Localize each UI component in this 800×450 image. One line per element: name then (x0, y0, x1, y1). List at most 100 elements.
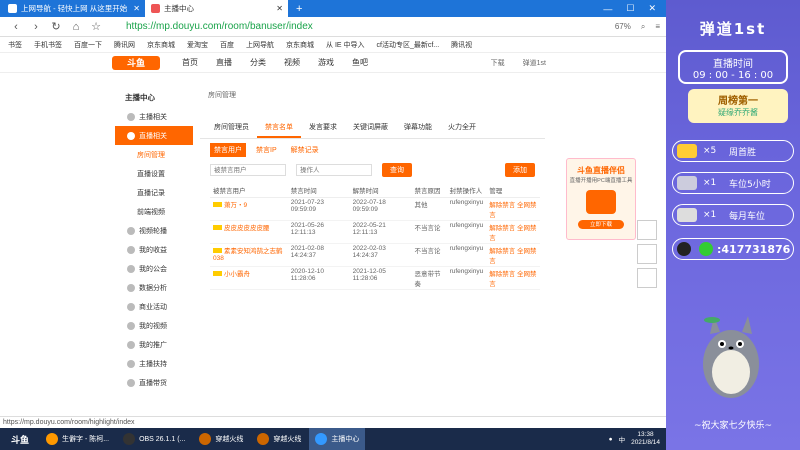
sidebar: 主播中心 主播相关 直播相关 房间管理 直播设置 直播记录 前端视频 视频轮播 … (115, 88, 193, 392)
clock-time: 13:38 (637, 431, 654, 438)
taskbar-app[interactable]: 主播中心 (309, 428, 366, 450)
douyu-logo[interactable]: 斗鱼 (112, 55, 160, 70)
sidebar-item-anchor[interactable]: 主播相关 (115, 107, 193, 126)
reward-row: ×5 周首胜 (672, 140, 794, 162)
ban-reason: 恶意带节奏 (411, 266, 447, 290)
favorite-icon[interactable]: ☆ (86, 20, 106, 33)
close-window-icon[interactable]: ✕ (648, 3, 656, 14)
sidebar-sub-records[interactable]: 直播记录 (115, 183, 193, 202)
sidebar-item[interactable]: 主播扶持 (115, 354, 193, 373)
reward-row: ×1 车位5小时 (672, 172, 794, 194)
nav-item[interactable]: 视频 (284, 57, 300, 68)
bookmark-item[interactable]: 爱淘宝 (187, 40, 208, 50)
bookmark-item[interactable]: 上网导航 (246, 40, 274, 50)
clock-date: 2021/8/14 (631, 439, 660, 446)
manage-actions[interactable]: 解除禁言 全网禁言 (486, 266, 540, 290)
banned-user[interactable]: 萧万・9 (210, 197, 288, 221)
sidebar-item[interactable]: 视频轮播 (115, 221, 193, 240)
manage-actions[interactable]: 解除禁言 全网禁言 (486, 243, 540, 267)
mic-icon[interactable]: ● (609, 436, 613, 443)
sidebar-item[interactable]: 我的视频 (115, 316, 193, 335)
bookmark-item[interactable]: 京东商城 (286, 40, 314, 50)
nav-item[interactable]: 游戏 (318, 57, 334, 68)
sidebar-item[interactable]: 直播带货 (115, 373, 193, 392)
header-right: 下载 弹道1st (491, 58, 546, 68)
start-logo[interactable]: 斗鱼 (0, 433, 40, 446)
clock[interactable]: 13:38 2021/8/14 (631, 431, 660, 447)
nav-item[interactable]: 鱼吧 (352, 57, 368, 68)
nav-item[interactable]: 分类 (250, 57, 266, 68)
close-icon[interactable]: ✕ (276, 4, 283, 13)
tab-speech[interactable]: 发言要求 (301, 118, 345, 138)
add-button[interactable]: 添加 (505, 163, 535, 177)
maximize-icon[interactable]: ☐ (626, 3, 634, 14)
operator-input[interactable] (296, 164, 372, 176)
taskbar-app[interactable]: 穿越火线 (251, 428, 307, 450)
taskbar-app[interactable]: 穿越火线 (193, 428, 249, 450)
manage-actions[interactable]: 解除禁言 全网禁言 (486, 197, 540, 221)
tab-keywords[interactable]: 关键词屏蔽 (345, 118, 396, 138)
subtab-ban-user[interactable]: 禁言用户 (210, 143, 246, 157)
tab-nav[interactable]: 上网导航 - 轻快上网 从这里开始 ✕ (2, 0, 145, 17)
column-header: 封禁操作人 (446, 183, 487, 198)
home-icon[interactable]: ⌂ (66, 21, 86, 33)
back-icon[interactable]: ‹ (6, 21, 26, 33)
download-link[interactable]: 下载 (491, 58, 505, 68)
bookmark-item[interactable]: 腾讯视 (451, 40, 472, 50)
user-name: 萧万・9 (224, 202, 248, 209)
bookmark-item[interactable]: 手机书签 (34, 40, 62, 50)
taskbar-app[interactable]: OBS 26.1.1 (... (117, 428, 191, 450)
qq-icon (677, 242, 691, 256)
tab-admins[interactable]: 房间管理员 (206, 118, 257, 138)
home-float-icon[interactable] (637, 244, 657, 264)
manage-actions[interactable]: 解除禁言 全网禁言 (486, 220, 540, 244)
nav-item[interactable]: 直播 (216, 57, 232, 68)
bookmark-item[interactable]: 京东商城 (147, 40, 175, 50)
refresh-icon[interactable]: ↻ (46, 20, 66, 33)
sidebar-item[interactable]: 数据分析 (115, 278, 193, 297)
play-icon[interactable] (637, 220, 657, 240)
search-icon[interactable]: ⌕ (641, 22, 645, 32)
tab-anchor-center[interactable]: 主播中心 ✕ (145, 0, 288, 17)
bookmark-item[interactable]: cf活动专区_最新cf... (377, 40, 440, 50)
banned-user-input[interactable] (210, 164, 286, 176)
forward-icon[interactable]: › (26, 21, 46, 33)
banned-user[interactable]: 素素安知鸿鹄之志鹤038 (210, 243, 288, 267)
bookmark-item[interactable]: 百度 (220, 40, 234, 50)
obs-companion-ad[interactable]: 斗鱼直播伴侣 直播开播用PC端直播工具 立即下载 (566, 158, 636, 240)
banned-user[interactable]: 小小霸舟 (210, 266, 288, 290)
menu-icon[interactable]: ≡ (655, 22, 660, 31)
ime-indicator[interactable]: 中 (619, 434, 626, 444)
bookmark-item[interactable]: 腾讯网 (114, 40, 135, 50)
tab-firepower[interactable]: 火力全开 (440, 118, 484, 138)
minimize-icon[interactable]: — (603, 4, 612, 14)
banned-user[interactable]: 皮皮皮皮皮皮腰 (210, 220, 288, 244)
url-field[interactable]: https://mp.douyu.com/room/banuser/index (126, 21, 386, 32)
bookmark-item[interactable]: 百度一下 (74, 40, 102, 50)
subtab-unban-record[interactable]: 解禁记录 (287, 143, 323, 157)
sidebar-item[interactable]: 我的收益 (115, 240, 193, 259)
bookmark-item[interactable]: 书签 (8, 40, 22, 50)
sidebar-item-live[interactable]: 直播相关 (115, 126, 193, 145)
live-time-box: 直播时间 09 : 00 - 16 : 00 (678, 50, 788, 84)
query-button[interactable]: 查询 (382, 163, 412, 177)
tab-danmu[interactable]: 弹幕功能 (396, 118, 440, 138)
close-icon[interactable]: ✕ (133, 4, 140, 13)
taskbar-app[interactable]: 生僻字 - 陈柯... (40, 428, 115, 450)
sidebar-item[interactable]: 我的公会 (115, 259, 193, 278)
share-icon[interactable] (637, 268, 657, 288)
zoom-level[interactable]: 67% (615, 22, 631, 31)
tab-banlist[interactable]: 禁言名单 (257, 118, 301, 138)
ad-download-button[interactable]: 立即下载 (578, 220, 624, 229)
user-menu[interactable]: 弹道1st (523, 58, 546, 68)
sidebar-sub-video[interactable]: 前端视频 (115, 202, 193, 221)
sidebar-sub-settings[interactable]: 直播设置 (115, 164, 193, 183)
sidebar-item[interactable]: 我的推广 (115, 335, 193, 354)
sidebar-sub-room[interactable]: 房间管理 (115, 145, 193, 164)
nav-item[interactable]: 首页 (182, 57, 198, 68)
new-tab-icon[interactable]: + (296, 3, 302, 15)
subtab-ban-ip[interactable]: 禁言IP (252, 143, 281, 157)
sidebar-item[interactable]: 商业活动 (115, 297, 193, 316)
bookmark-item[interactable]: 从 IE 中导入 (326, 40, 365, 50)
rank-user: 疑缘乔乔酱 (718, 108, 758, 117)
